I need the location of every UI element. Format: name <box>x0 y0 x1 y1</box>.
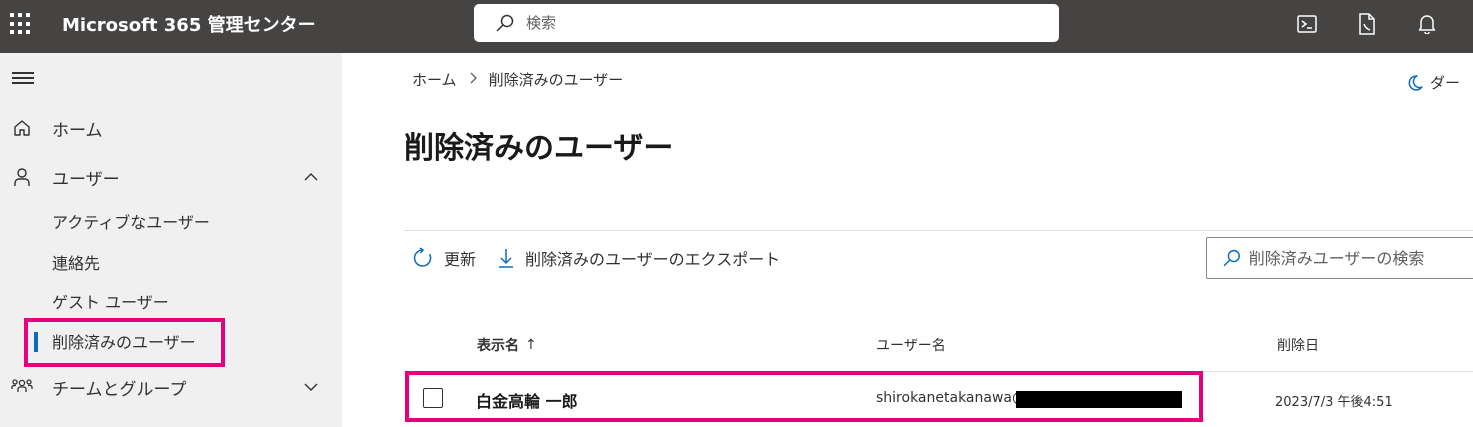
document-phone-icon[interactable] <box>1355 12 1379 36</box>
hamburger-icon[interactable] <box>12 72 34 86</box>
deleted-users-search-input[interactable] <box>1248 248 1473 268</box>
breadcrumb: ホーム 削除済みのユーザー <box>412 69 623 90</box>
sidebar-item-teams-groups[interactable]: チームとグループ <box>0 368 342 406</box>
export-button[interactable]: 削除済みのユーザーのエクスポート <box>497 246 780 270</box>
export-label: 削除済みのユーザーのエクスポート <box>525 250 781 269</box>
dark-mode-toggle[interactable]: ダー <box>1406 72 1460 93</box>
sidebar-item-label: 連絡先 <box>52 254 101 273</box>
dark-mode-label: ダー <box>1430 74 1461 92</box>
column-header-user-name[interactable]: ユーザー名 <box>876 335 946 355</box>
global-search-input[interactable] <box>526 14 1026 32</box>
people-team-icon <box>11 376 33 398</box>
bell-icon[interactable] <box>1415 12 1439 36</box>
person-icon <box>11 166 33 188</box>
row-checkbox[interactable] <box>423 388 443 408</box>
sidebar-item-label: 削除済みのユーザー <box>52 333 196 352</box>
column-label: 表示名 <box>477 338 519 354</box>
column-label: ユーザー名 <box>876 338 946 354</box>
column-label: 削除日 <box>1277 338 1319 354</box>
chevron-right-icon <box>469 72 477 88</box>
moon-icon <box>1408 74 1423 91</box>
sidebar-subitem-deleted-users[interactable]: 削除済みのユーザー <box>0 323 342 359</box>
sidebar-item-label: アクティブなユーザー <box>52 213 210 232</box>
breadcrumb-home[interactable]: ホーム <box>412 69 457 90</box>
sort-ascending-icon: ↑ <box>525 337 537 353</box>
sidebar-subitem-guest-users[interactable]: ゲスト ユーザー <box>0 283 342 319</box>
sidebar: ホーム ユーザー アクティブなユーザー 連絡先 ゲスト ユーザー 削除済みのユー… <box>0 53 342 427</box>
table-row[interactable]: 白金高輪 一郎 shirokanetakanawa@ 2023/7/3 午後4:… <box>404 372 1473 427</box>
home-icon <box>11 117 33 139</box>
global-search[interactable] <box>474 4 1059 42</box>
sidebar-item-label: チームとグループ <box>52 379 187 400</box>
refresh-icon <box>413 247 432 267</box>
cell-user-name: shirokanetakanawa@ <box>876 390 1026 406</box>
download-icon <box>499 249 513 268</box>
main-content: ホーム 削除済みのユーザー ダー 削除済みのユーザー 更新 削除済みのユーザーの… <box>342 53 1473 427</box>
sidebar-item-label: ユーザー <box>52 169 120 190</box>
waffle-icon[interactable] <box>10 13 32 35</box>
chevron-down-icon[interactable] <box>302 378 320 396</box>
top-bar: Microsoft 365 管理センター <box>0 0 1473 53</box>
divider <box>404 230 1473 231</box>
sidebar-item-users[interactable]: ユーザー <box>0 158 342 196</box>
search-icon <box>1223 249 1240 267</box>
search-icon <box>496 14 514 32</box>
sidebar-item-label: ゲスト ユーザー <box>52 293 169 312</box>
terminal-icon[interactable] <box>1295 12 1319 36</box>
chevron-up-icon[interactable] <box>302 168 320 186</box>
breadcrumb-current: 削除済みのユーザー <box>488 71 624 89</box>
deleted-users-search[interactable] <box>1206 237 1473 279</box>
active-indicator <box>34 332 38 352</box>
sidebar-item-label: ホーム <box>52 120 103 141</box>
page-title: 削除済みのユーザー <box>404 131 674 166</box>
sidebar-subitem-active-users[interactable]: アクティブなユーザー <box>0 203 342 239</box>
sidebar-subitem-contacts[interactable]: 連絡先 <box>0 244 342 280</box>
column-header-deleted-date[interactable]: 削除日 <box>1277 335 1319 355</box>
cell-display-name[interactable]: 白金高輪 一郎 <box>476 388 578 412</box>
redaction-bar <box>1016 391 1182 408</box>
column-header-display-name[interactable]: 表示名 ↑ <box>477 335 537 355</box>
refresh-button[interactable]: 更新 <box>412 246 476 270</box>
sidebar-item-home[interactable]: ホーム <box>0 109 342 147</box>
cell-deleted-date: 2023/7/3 午後4:51 <box>1275 395 1393 410</box>
app-title[interactable]: Microsoft 365 管理センター <box>62 13 316 39</box>
refresh-label: 更新 <box>444 250 477 269</box>
